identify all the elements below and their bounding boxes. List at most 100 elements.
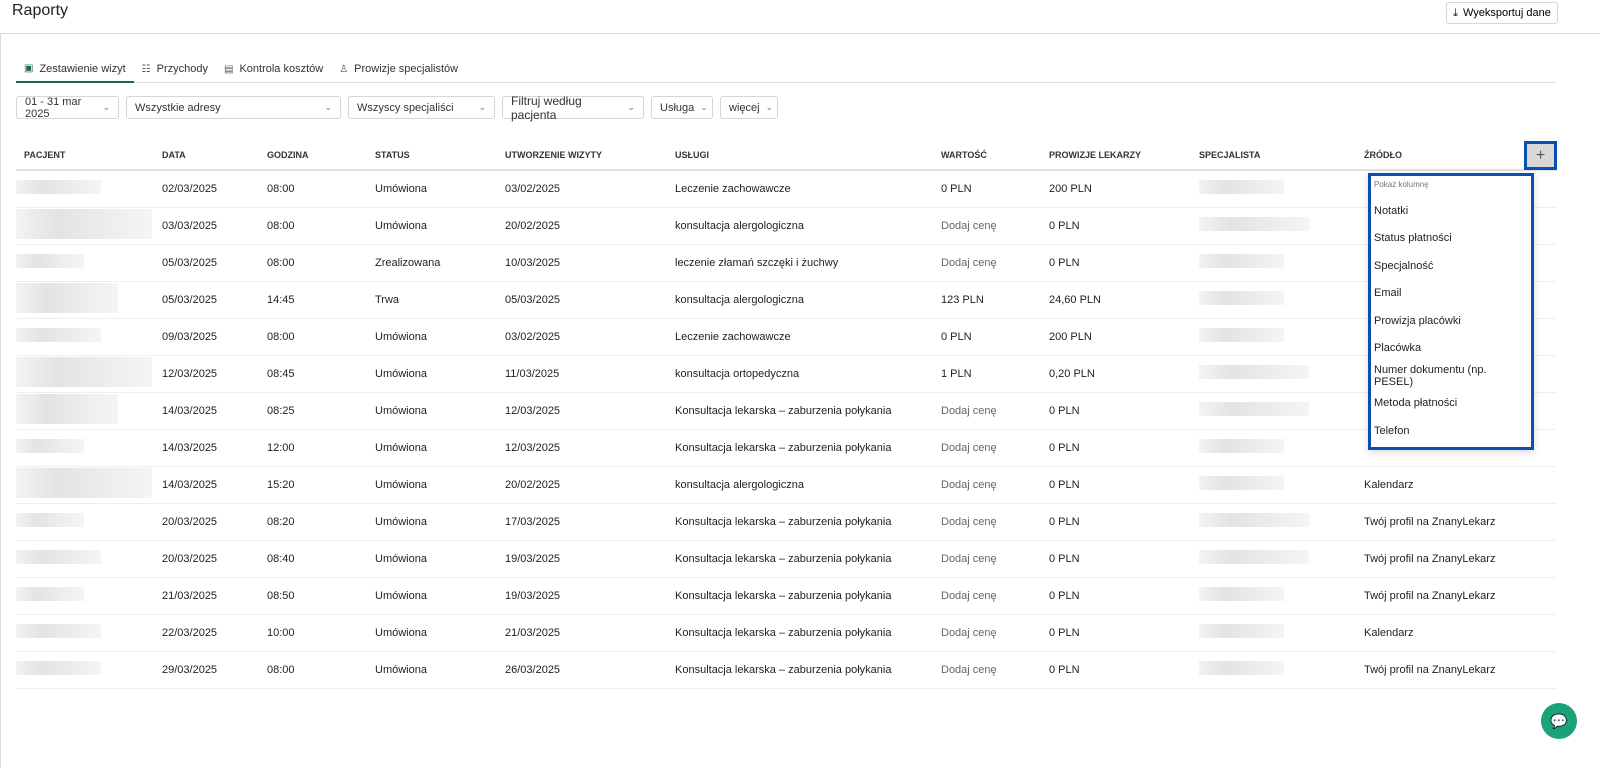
tab-2[interactable]: ▤ Kontrola kosztów bbox=[216, 56, 331, 82]
service-filter[interactable]: Usługa ⌄ bbox=[651, 96, 713, 119]
tab-label: Kontrola kosztów bbox=[239, 63, 324, 75]
table-row[interactable]: 22/03/2025 10:00 Umówiona 21/03/2025 Kon… bbox=[16, 614, 1556, 652]
visit-value[interactable]: Dodaj cenę bbox=[941, 577, 1049, 615]
visit-service: Konsultacja lekarska – zaburzenia połyka… bbox=[675, 651, 941, 689]
table-row[interactable]: 29/03/2025 08:00 Umówiona 26/03/2025 Kon… bbox=[16, 651, 1556, 689]
tab-0[interactable]: ▣ Zestawienie wizyt bbox=[16, 56, 134, 83]
chevron-down-icon: ⌄ bbox=[478, 102, 486, 112]
visit-status: Trwa bbox=[375, 281, 505, 319]
visit-time: 10:00 bbox=[267, 614, 375, 652]
specialist-name-blurred bbox=[1199, 291, 1284, 305]
visit-value[interactable]: Dodaj cenę bbox=[941, 392, 1049, 430]
specialist-name-blurred bbox=[1199, 254, 1284, 268]
column-header[interactable]: PROWIZJE LEKARZY bbox=[1049, 140, 1199, 171]
column-menu-item[interactable]: Metoda płatności bbox=[1374, 390, 1528, 418]
visit-service: Konsultacja lekarska – zaburzenia połyka… bbox=[675, 577, 941, 615]
more-filters[interactable]: więcej ⌄ bbox=[720, 96, 778, 119]
export-button[interactable]: ⤓ Wyeksportuj dane bbox=[1446, 2, 1558, 24]
visit-status: Umówiona bbox=[375, 466, 505, 504]
visit-value[interactable]: Dodaj cenę bbox=[941, 614, 1049, 652]
address-filter[interactable]: Wszystkie adresy ⌄ bbox=[126, 96, 341, 119]
visit-date: 03/03/2025 bbox=[162, 207, 267, 245]
patient-filter[interactable]: Filtruj według pacjenta ⌄ bbox=[502, 94, 644, 122]
visit-created: 05/03/2025 bbox=[505, 281, 675, 319]
patient-name-blurred bbox=[16, 209, 152, 239]
column-menu-item[interactable]: Status płatności bbox=[1374, 225, 1528, 253]
column-header[interactable]: DATA bbox=[162, 140, 267, 171]
table-row[interactable]: 14/03/2025 12:00 Umówiona 12/03/2025 Kon… bbox=[16, 429, 1556, 467]
doctor-commission: 0,20 PLN bbox=[1049, 355, 1199, 393]
visit-value[interactable]: Dodaj cenę bbox=[941, 540, 1049, 578]
patient-name-blurred bbox=[16, 468, 152, 498]
tab-1[interactable]: ☷ Przychody bbox=[134, 56, 216, 82]
column-menu-item[interactable]: Email bbox=[1374, 280, 1528, 308]
visit-value[interactable]: Dodaj cenę bbox=[941, 503, 1049, 541]
visit-date: 21/03/2025 bbox=[162, 577, 267, 615]
export-label: Wyeksportuj dane bbox=[1462, 7, 1551, 19]
visit-time: 08:00 bbox=[267, 651, 375, 689]
visit-date: 02/03/2025 bbox=[162, 170, 267, 208]
visit-created: 12/03/2025 bbox=[505, 429, 675, 467]
column-header[interactable]: SPECJALISTA bbox=[1199, 140, 1364, 171]
patient-name-blurred bbox=[16, 587, 84, 601]
visit-value[interactable]: Dodaj cenę bbox=[941, 466, 1049, 504]
chat-button[interactable]: 💬 bbox=[1541, 703, 1577, 739]
visit-service: leczenie złamań szczęki i żuchwy bbox=[675, 244, 941, 282]
visit-value[interactable]: Dodaj cenę bbox=[941, 651, 1049, 689]
filter-label: Wszystkie adresy bbox=[135, 101, 221, 114]
column-menu-item[interactable]: Specjalność bbox=[1374, 252, 1528, 280]
table-row[interactable]: 05/03/2025 08:00 Zrealizowana 10/03/2025… bbox=[16, 244, 1556, 282]
doctor-commission: 0 PLN bbox=[1049, 466, 1199, 504]
column-header[interactable]: GODZINA bbox=[267, 140, 375, 171]
date-range-filter[interactable]: 01 - 31 mar 2025 ⌄ bbox=[16, 96, 119, 120]
visit-service: konsultacja alergologiczna bbox=[675, 466, 941, 504]
visit-value[interactable]: Dodaj cenę bbox=[941, 429, 1049, 467]
add-column-button[interactable]: + bbox=[1524, 141, 1557, 170]
specialist-name-blurred bbox=[1199, 550, 1309, 564]
table-row[interactable]: 12/03/2025 08:45 Umówiona 11/03/2025 kon… bbox=[16, 355, 1556, 393]
table-row[interactable]: 09/03/2025 08:00 Umówiona 03/02/2025 Lec… bbox=[16, 318, 1556, 356]
doctor-commission: 0 PLN bbox=[1049, 244, 1199, 282]
table-row[interactable]: 20/03/2025 08:40 Umówiona 19/03/2025 Kon… bbox=[16, 540, 1556, 578]
table-row[interactable]: 20/03/2025 08:20 Umówiona 17/03/2025 Kon… bbox=[16, 503, 1556, 541]
patient-name-blurred bbox=[16, 439, 84, 453]
column-menu-item[interactable]: Placówka bbox=[1374, 335, 1528, 363]
column-header[interactable]: WARTOŚĆ bbox=[941, 140, 1049, 171]
visit-date: 20/03/2025 bbox=[162, 540, 267, 578]
visit-date: 05/03/2025 bbox=[162, 281, 267, 319]
column-menu-item[interactable]: Notatki bbox=[1374, 197, 1528, 225]
visit-created: 03/02/2025 bbox=[505, 170, 675, 208]
table-row[interactable]: 03/03/2025 08:00 Umówiona 20/02/2025 kon… bbox=[16, 207, 1556, 245]
column-header[interactable]: USŁUGI bbox=[675, 140, 941, 171]
report-tabs: ▣ Zestawienie wizyt ☷ Przychody ▤ Kontrola ko… bbox=[16, 56, 1556, 83]
table-row[interactable]: 02/03/2025 08:00 Umówiona 03/02/2025 Lec… bbox=[16, 170, 1556, 208]
column-menu: Pokaż kolumnę Notatki Status płatności Spe… bbox=[1368, 173, 1534, 450]
specialist-filter[interactable]: Wszyscy specjaliści ⌄ bbox=[348, 96, 495, 119]
table-row[interactable]: 14/03/2025 15:20 Umówiona 20/02/2025 kon… bbox=[16, 466, 1556, 504]
table-row[interactable]: 05/03/2025 14:45 Trwa 05/03/2025 konsult… bbox=[16, 281, 1556, 319]
visit-value[interactable]: Dodaj cenę bbox=[941, 207, 1049, 245]
table-row[interactable]: 14/03/2025 08:25 Umówiona 12/03/2025 Kon… bbox=[16, 392, 1556, 430]
table-row[interactable]: 21/03/2025 08:50 Umówiona 19/03/2025 Kon… bbox=[16, 577, 1556, 615]
visit-created: 10/03/2025 bbox=[505, 244, 675, 282]
column-header[interactable]: UTWORZENIE WIZYTY bbox=[505, 140, 675, 171]
visit-status: Umówiona bbox=[375, 614, 505, 652]
person-icon: ♙ bbox=[339, 63, 349, 75]
column-header[interactable]: PACJENT bbox=[16, 140, 162, 171]
visit-status: Umówiona bbox=[375, 207, 505, 245]
visit-value[interactable]: Dodaj cenę bbox=[941, 244, 1049, 282]
visit-date: 20/03/2025 bbox=[162, 503, 267, 541]
column-menu-item[interactable]: Numer dokumentu (np. PESEL) bbox=[1374, 362, 1528, 390]
column-menu-item[interactable]: Prowizja placówki bbox=[1374, 307, 1528, 335]
visit-source: Twój profil na ZnanyLekarz bbox=[1364, 577, 1556, 615]
doctor-commission: 200 PLN bbox=[1049, 170, 1199, 208]
tab-3[interactable]: ♙ Prowizje specjalistów bbox=[331, 56, 466, 82]
visit-service: Konsultacja lekarska – zaburzenia połyka… bbox=[675, 503, 941, 541]
visit-date: 05/03/2025 bbox=[162, 244, 267, 282]
visit-time: 08:00 bbox=[267, 170, 375, 208]
visit-value: 1 PLN bbox=[941, 355, 1049, 393]
column-header[interactable]: STATUS bbox=[375, 140, 505, 171]
calendar-icon: ▣ bbox=[24, 63, 34, 74]
column-menu-item[interactable]: Telefon bbox=[1374, 417, 1528, 445]
visit-status: Umówiona bbox=[375, 170, 505, 208]
